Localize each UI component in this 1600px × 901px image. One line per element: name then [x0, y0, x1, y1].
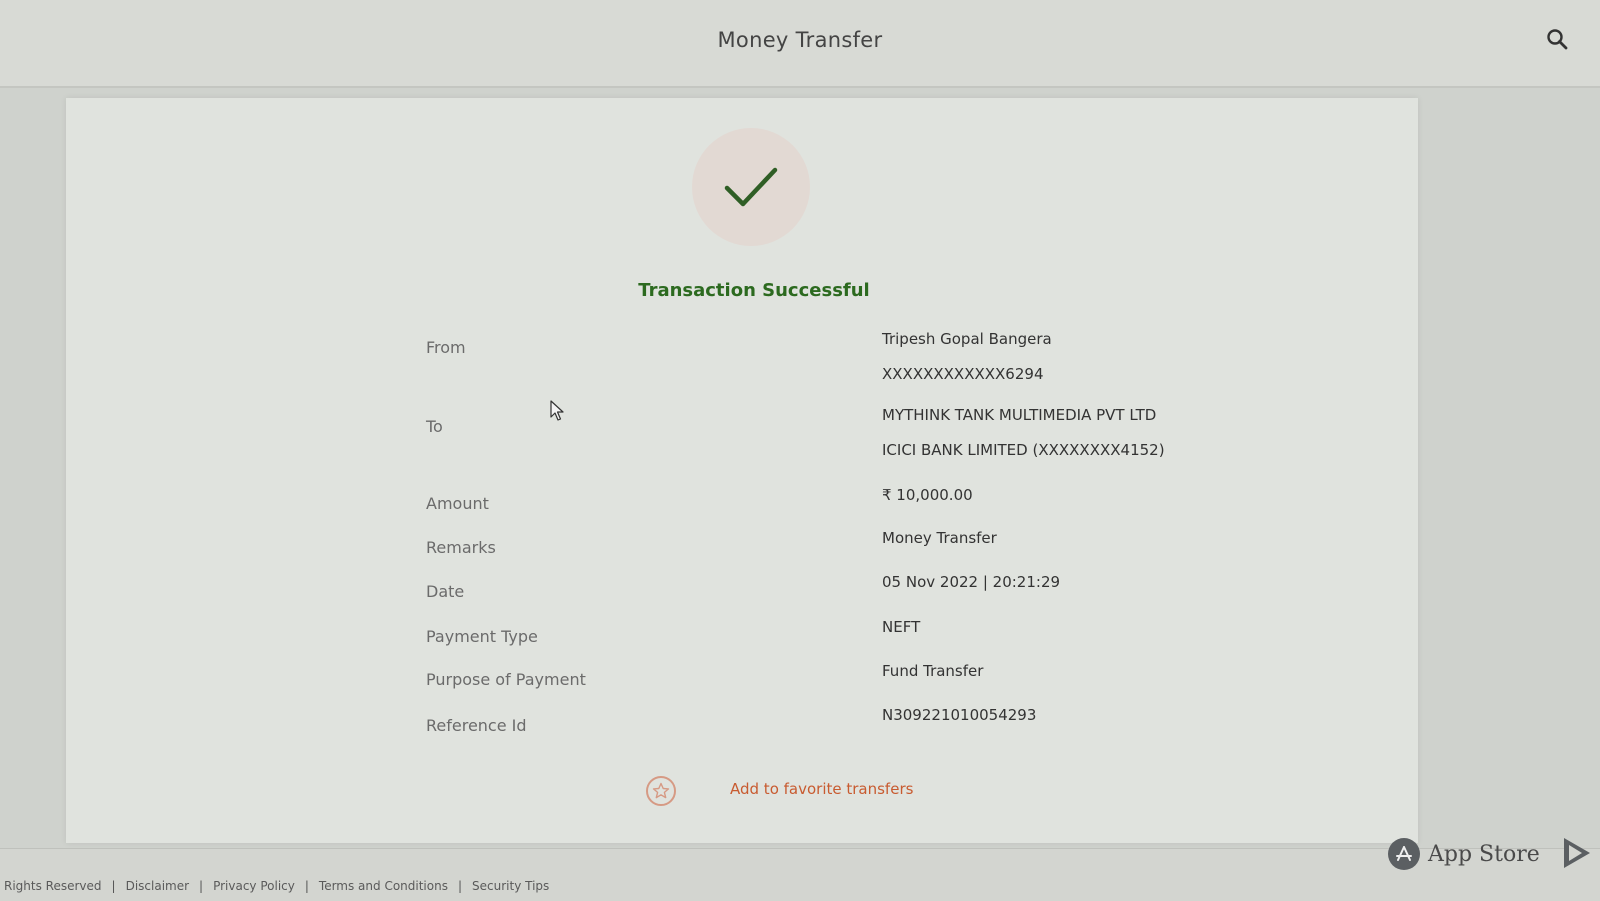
star-icon[interactable]	[646, 776, 676, 806]
date-value: 05 Nov 2022 | 20:21:29	[882, 573, 1061, 591]
footer-separator: |	[111, 879, 116, 893]
footer-link-privacy[interactable]: Privacy Policy	[213, 879, 295, 893]
footer-separator: |	[199, 879, 204, 893]
reference-value: N309221010054293	[882, 706, 1037, 724]
footer-link-security[interactable]: Security Tips	[472, 879, 549, 893]
footer-separator: |	[304, 879, 309, 893]
remarks-label: Remarks	[426, 538, 496, 557]
remarks-value: Money Transfer	[882, 529, 997, 547]
date-label: Date	[426, 582, 465, 601]
checkmark-icon	[724, 167, 778, 207]
reference-label: Reference Id	[426, 716, 527, 735]
app-header: Money Transfer	[0, 0, 1600, 88]
payment-type-label: Payment Type	[426, 627, 538, 646]
purpose-value: Fund Transfer	[882, 662, 984, 680]
amount-value: ₹ 10,000.00	[882, 486, 973, 504]
to-bank: ICICI BANK LIMITED (XXXXXXXX4152)	[882, 441, 1165, 459]
from-name: Tripesh Gopal Bangera	[882, 330, 1052, 348]
to-label: To	[426, 417, 443, 436]
transaction-status: Transaction Successful	[638, 280, 870, 301]
page-title: Money Transfer	[717, 28, 883, 52]
footer-link-rights: Rights Reserved	[4, 879, 102, 893]
payment-type-value: NEFT	[882, 618, 921, 636]
purpose-label: Purpose of Payment	[426, 670, 586, 689]
page-footer: Rights Reserved | Disclaimer | Privacy P…	[0, 848, 1600, 901]
play-store-icon[interactable]	[1560, 836, 1594, 870]
footer-separator: |	[457, 879, 463, 893]
app-store-label: App Store	[1428, 841, 1540, 867]
add-to-favorites-link[interactable]: Add to favorite transfers	[730, 780, 913, 798]
footer-link-disclaimer[interactable]: Disclaimer	[126, 879, 189, 893]
success-badge	[692, 128, 810, 246]
from-label: From	[426, 338, 466, 357]
mouse-cursor-icon	[550, 400, 564, 421]
footer-links: Rights Reserved | Disclaimer | Privacy P…	[4, 879, 549, 893]
to-name: MYTHINK TANK MULTIMEDIA PVT LTD	[882, 406, 1157, 424]
footer-link-terms[interactable]: Terms and Conditions	[319, 879, 448, 893]
app-store-button[interactable]: App Store	[1388, 838, 1540, 870]
search-icon[interactable]	[1546, 28, 1572, 54]
amount-label: Amount	[426, 494, 489, 513]
app-store-icon	[1388, 838, 1420, 870]
from-account: XXXXXXXXXXXX6294	[882, 365, 1044, 383]
